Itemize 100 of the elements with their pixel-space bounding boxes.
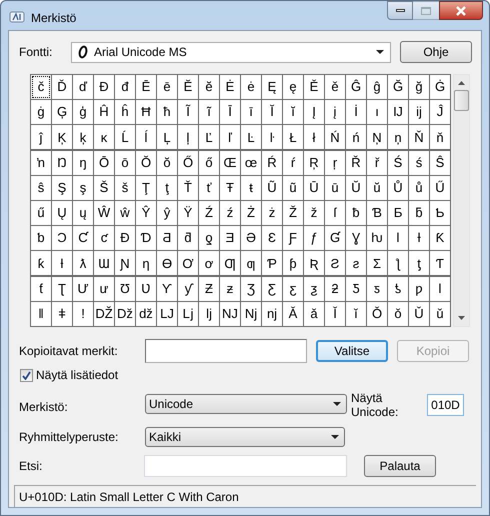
character-cell[interactable]: Ļ — [157, 125, 177, 150]
character-cell[interactable]: Ũ — [262, 176, 282, 200]
copy-field[interactable] — [145, 339, 307, 363]
character-cell[interactable]: Ť — [178, 176, 198, 200]
character-cell[interactable]: İ — [346, 100, 366, 124]
character-cell[interactable]: Ƅ — [430, 200, 450, 225]
character-cell[interactable]: Š — [94, 176, 114, 200]
character-cell[interactable]: ē — [157, 75, 177, 99]
character-cell[interactable]: Ʊ — [115, 276, 135, 301]
character-cell[interactable]: ƹ — [283, 276, 303, 301]
character-cell[interactable]: Ǌ — [220, 302, 240, 326]
character-cell[interactable]: ƚ — [52, 251, 72, 276]
character-cell[interactable]: ư — [94, 276, 114, 301]
character-cell[interactable]: ƛ — [73, 251, 93, 276]
select-button[interactable]: Valitse — [316, 340, 388, 362]
character-cell[interactable]: Ǎ — [283, 302, 303, 326]
character-cell[interactable]: Ÿ — [178, 200, 198, 225]
character-cell[interactable]: ǎ — [304, 302, 324, 326]
character-cell[interactable]: Ď — [52, 75, 72, 99]
character-cell[interactable]: ĺ — [136, 125, 156, 150]
character-cell[interactable]: ġ — [31, 100, 51, 124]
character-cell[interactable]: Ľ — [199, 125, 219, 150]
character-cell[interactable]: Ɯ — [94, 251, 114, 276]
character-cell[interactable]: ǂ — [52, 302, 72, 326]
character-cell[interactable]: ī — [241, 100, 261, 124]
character-cell[interactable]: Ɨ — [409, 226, 429, 250]
character-cell[interactable]: Ŏ — [136, 150, 156, 175]
character-cell[interactable]: Ű — [430, 176, 450, 200]
character-cell[interactable]: ź — [220, 200, 240, 225]
character-cell[interactable]: Ū — [304, 176, 324, 200]
character-cell[interactable]: ŀ — [262, 125, 282, 150]
character-cell[interactable]: Ƹ — [262, 276, 282, 301]
character-cell[interactable]: Ɠ — [325, 226, 345, 250]
character-cell[interactable]: ǔ — [430, 302, 450, 326]
character-cell[interactable]: Ɓ — [367, 200, 387, 225]
character-cell[interactable]: ƴ — [178, 276, 198, 301]
character-cell[interactable]: Ə — [241, 226, 261, 250]
character-cell[interactable]: Ĩ — [178, 100, 198, 124]
font-dropdown[interactable]: Arial Unicode MS — [71, 42, 391, 62]
character-cell[interactable]: Ĳ — [388, 100, 408, 124]
character-cell[interactable]: ǒ — [388, 302, 408, 326]
character-cell[interactable]: ų — [73, 200, 93, 225]
character-cell[interactable]: Ī — [220, 100, 240, 124]
scroll-up-icon[interactable] — [458, 81, 465, 85]
character-cell[interactable]: ƌ — [178, 226, 198, 250]
character-cell[interactable]: Ė — [220, 75, 240, 99]
character-cell[interactable]: Ų — [52, 200, 72, 225]
character-cell[interactable]: ƞ — [136, 251, 156, 276]
character-cell[interactable]: ņ — [388, 125, 408, 150]
character-cell[interactable]: ħ — [157, 100, 177, 124]
character-cell[interactable]: ĝ — [367, 75, 387, 99]
character-cell[interactable]: ě — [325, 75, 345, 99]
character-cell[interactable]: ť — [199, 176, 219, 200]
character-cell[interactable]: Ƨ — [325, 251, 345, 276]
character-cell[interactable]: Ƌ — [157, 226, 177, 250]
character-cell[interactable]: ğ — [409, 75, 429, 99]
character-cell[interactable]: ǌ — [262, 302, 282, 326]
checkbox[interactable] — [20, 368, 33, 382]
character-cell[interactable]: Ǔ — [409, 302, 429, 326]
character-cell[interactable]: ľ — [220, 125, 240, 150]
character-cell[interactable]: ǐ — [346, 302, 366, 326]
character-cell[interactable]: ĩ — [199, 100, 219, 124]
character-cell[interactable]: ƕ — [367, 226, 387, 250]
character-cell[interactable]: ŧ — [241, 176, 261, 200]
character-cell[interactable]: Ƣ — [220, 251, 240, 276]
character-cell[interactable]: ƣ — [241, 251, 261, 276]
character-cell[interactable]: ŏ — [157, 150, 177, 175]
character-cell[interactable]: Ƶ — [199, 276, 219, 301]
character-cell[interactable]: Ğ — [388, 75, 408, 99]
character-cell[interactable]: ƻ — [325, 276, 345, 301]
character-cell[interactable]: Ɵ — [157, 251, 177, 276]
character-cell[interactable]: ǆ — [136, 302, 156, 326]
character-cell[interactable]: Ɗ — [136, 226, 156, 250]
character-cell[interactable]: ŝ — [31, 176, 51, 200]
character-cell[interactable]: č — [31, 75, 51, 99]
character-cell[interactable]: Ŷ — [136, 200, 156, 225]
character-cell[interactable]: ŷ — [157, 200, 177, 225]
character-cell[interactable]: Ĵ — [430, 100, 450, 124]
character-cell[interactable]: ǅ — [115, 302, 135, 326]
character-cell[interactable]: ı — [367, 100, 387, 124]
character-cell[interactable]: Ŗ — [304, 150, 324, 175]
character-cell[interactable]: Ʋ — [136, 276, 156, 301]
group-by-dropdown[interactable]: Kaikki — [145, 427, 345, 447]
character-cell[interactable]: Ő — [178, 150, 198, 175]
character-cell[interactable]: ů — [409, 176, 429, 200]
character-cell[interactable]: ł — [304, 125, 324, 150]
character-cell[interactable]: ƅ — [31, 226, 51, 250]
character-cell[interactable]: Ş — [52, 176, 72, 200]
character-cell[interactable]: ƥ — [283, 251, 303, 276]
character-cell[interactable]: Ŋ — [52, 150, 72, 175]
character-cell[interactable]: ƫ — [409, 251, 429, 276]
unicode-field[interactable]: 010D — [427, 394, 464, 416]
character-cell[interactable]: ĭ — [283, 100, 303, 124]
character-cell[interactable]: Ơ — [178, 251, 198, 276]
character-cell[interactable]: ŵ — [115, 200, 135, 225]
character-cell[interactable]: Ł — [283, 125, 303, 150]
character-cell[interactable]: Ĺ — [115, 125, 135, 150]
character-cell[interactable]: ƨ — [346, 251, 366, 276]
character-cell[interactable]: Ɔ — [52, 226, 72, 250]
help-button[interactable]: Ohje — [400, 41, 472, 63]
